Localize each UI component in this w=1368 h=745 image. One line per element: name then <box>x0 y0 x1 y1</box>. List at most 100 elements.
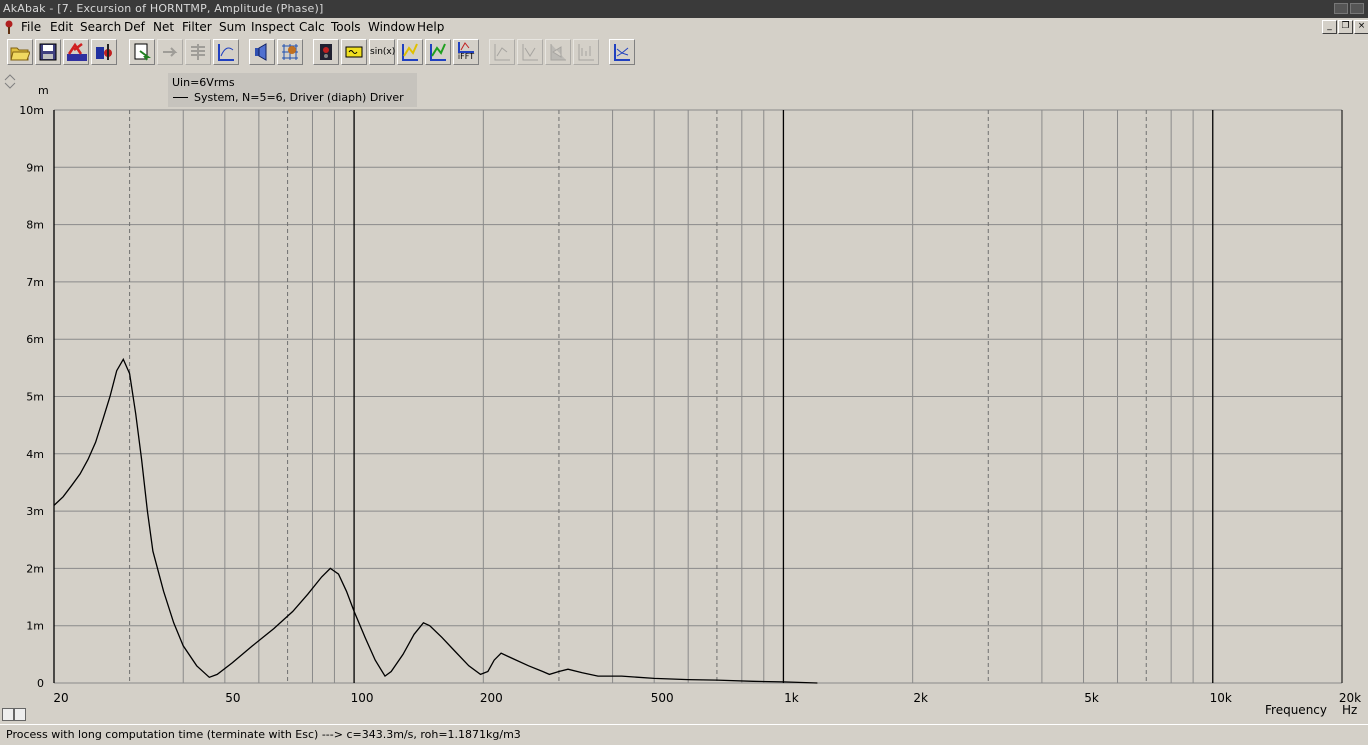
chart-grid <box>53 109 1343 684</box>
menu-inspect[interactable]: Inspect <box>251 20 295 34</box>
y-tick-label: 1m <box>26 620 44 633</box>
menu-filter[interactable]: Filter <box>182 20 212 34</box>
legend-header: Uin=6Vrms <box>172 76 235 89</box>
driver-flag-button[interactable] <box>91 39 117 65</box>
mdi-restore-button[interactable]: ❐ <box>1338 20 1353 34</box>
arrow-step-icon <box>163 47 178 57</box>
excursion-series-line <box>53 357 818 684</box>
stack-lines-button[interactable] <box>185 39 211 65</box>
y-tick-label: 7m <box>26 276 44 289</box>
y-tick-label: 10m <box>19 104 44 117</box>
x-tick-label: 2k <box>913 691 928 705</box>
ifft-icon: iFFT <box>457 52 475 61</box>
y-tick-label: 4m <box>26 448 44 461</box>
disabled-plot-c-button[interactable] <box>545 39 571 65</box>
page-icon[interactable] <box>2 708 14 721</box>
document-arrow-icon <box>134 43 151 61</box>
grid-target-icon <box>282 44 298 60</box>
menu-edit[interactable]: Edit <box>50 20 73 34</box>
toolbar: sin(x) iFFT <box>0 37 1368 69</box>
legend-series-label: System, N=5=6, Driver (diaph) Driver <box>194 91 404 104</box>
status-bar: Process with long computation time (term… <box>0 724 1368 745</box>
disabled-plot-b-icon <box>522 44 538 61</box>
star-plot-icon <box>402 43 418 61</box>
ifft-button[interactable]: iFFT <box>453 39 479 65</box>
app-icon[interactable] <box>4 20 14 34</box>
menu-net[interactable]: Net <box>153 20 174 34</box>
loudspeaker-button[interactable] <box>249 39 275 65</box>
plot-compare-icon <box>614 44 630 61</box>
disabled-plot-c-icon <box>550 44 566 61</box>
disabled-plot-b-button[interactable] <box>517 39 543 65</box>
close-page-icon[interactable] <box>14 708 26 721</box>
graph-axes-button[interactable] <box>213 39 239 65</box>
x-axis-label: Frequency <box>1265 703 1327 717</box>
network-script-icon <box>67 42 87 61</box>
ifft-graph-icon <box>458 42 474 53</box>
y-tick-label: 3m <box>26 505 44 518</box>
y-tick-label: 8m <box>26 219 44 232</box>
menu-search[interactable]: Search <box>80 20 121 34</box>
scroll-arrows-icon[interactable] <box>4 74 16 89</box>
green-plot-icon <box>430 43 446 61</box>
star-plot-button[interactable] <box>397 39 423 65</box>
yellow-filter-button[interactable] <box>341 39 367 65</box>
y-tick-label: 5m <box>26 391 44 404</box>
menu-bar: File Edit Search Def Net Filter Sum Insp… <box>0 18 1368 38</box>
menu-window[interactable]: Window <box>368 20 415 34</box>
menu-tools[interactable]: Tools <box>331 20 361 34</box>
disabled-plot-a-icon <box>494 44 510 61</box>
x-tick-label: 50 <box>225 691 240 705</box>
arrow-step-button[interactable] <box>157 39 183 65</box>
menu-file[interactable]: File <box>21 20 41 34</box>
y-tick-label: 9m <box>26 161 44 174</box>
y-axis-unit: m <box>38 84 49 97</box>
y-tick-label: 0 <box>37 677 44 690</box>
legend-line-swatch <box>173 97 188 98</box>
sin-function-icon: sin(x) <box>370 47 396 57</box>
network-script-button[interactable] <box>63 39 89 65</box>
minimize-icon[interactable] <box>1334 3 1348 14</box>
loudspeaker-icon <box>255 43 267 61</box>
x-tick-label: 5k <box>1084 691 1099 705</box>
disabled-plot-d-button[interactable] <box>573 39 599 65</box>
driver-flag-icon <box>96 44 112 60</box>
speaker-box-button[interactable] <box>313 39 339 65</box>
graph-axes-icon <box>218 44 234 61</box>
window-title: AkAbak - [7. Excursion of HORNTMP, Ampli… <box>3 2 324 15</box>
speaker-box-icon <box>320 44 332 60</box>
stack-lines-icon <box>191 44 205 60</box>
x-tick-label: 500 <box>651 691 674 705</box>
menu-calc[interactable]: Calc <box>299 20 325 34</box>
open-folder-icon <box>10 47 30 61</box>
open-button[interactable] <box>7 39 33 65</box>
menu-help[interactable]: Help <box>417 20 444 34</box>
plot-compare-button[interactable] <box>609 39 635 65</box>
x-tick-label: 10k <box>1210 691 1232 705</box>
close-icon[interactable] <box>1350 3 1364 14</box>
disabled-plot-a-button[interactable] <box>489 39 515 65</box>
grid-target-button[interactable] <box>277 39 303 65</box>
title-bar: AkAbak - [7. Excursion of HORNTMP, Ampli… <box>0 0 1368 18</box>
x-tick-label: 20 <box>53 691 68 705</box>
x-axis-unit: Hz <box>1342 703 1357 717</box>
excursion-chart[interactable]: 0 1m 2m 3m 4m 5m 6m 7m 8m 9m 10m 20 50 100 200 500 1k 2k… <box>0 68 1368 724</box>
sin-function-button[interactable]: sin(x) <box>369 39 395 65</box>
x-tick-label: 1k <box>784 691 799 705</box>
x-tick-label: 200 <box>480 691 503 705</box>
yellow-filter-icon <box>345 46 363 58</box>
menu-sum[interactable]: Sum <box>219 20 246 34</box>
legend: Uin=6Vrms System, N=5=6, Driver (diaph) … <box>168 73 417 107</box>
y-tick-label: 2m <box>26 562 44 575</box>
menu-def[interactable]: Def <box>124 20 145 34</box>
green-plot-button[interactable] <box>425 39 451 65</box>
save-icon <box>39 43 57 61</box>
document-arrow-button[interactable] <box>129 39 155 65</box>
x-tick-label: 100 <box>351 691 374 705</box>
x-tick-labels: 20 50 100 200 500 1k 2k 5k 10k 20k <box>53 691 1361 705</box>
save-button[interactable] <box>35 39 61 65</box>
y-tick-label: 6m <box>26 333 44 346</box>
mdi-minimize-button[interactable]: _ <box>1322 20 1337 34</box>
mdi-close-button[interactable]: × <box>1354 20 1368 34</box>
status-text: Process with long computation time (term… <box>6 728 521 741</box>
